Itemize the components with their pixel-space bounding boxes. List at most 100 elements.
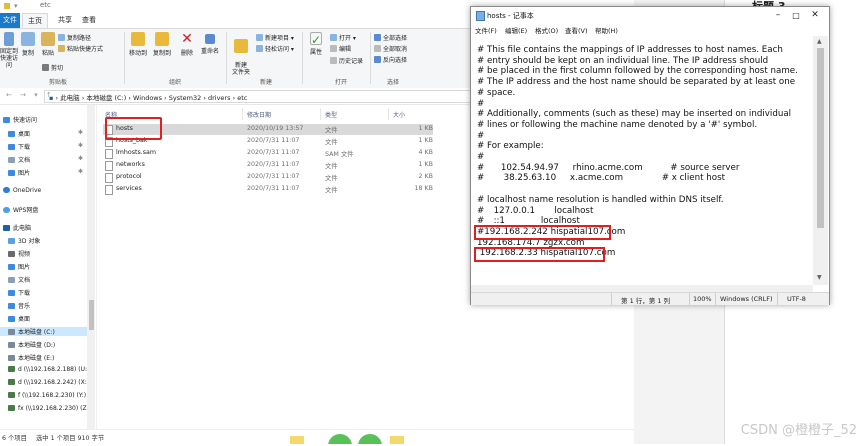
open-button[interactable]: 打开 ▾: [330, 33, 356, 42]
text-line: # For example:: [477, 141, 544, 152]
breadcrumb-c-drive[interactable]: 本地磁盘 (C:): [86, 94, 126, 102]
text-line: #: [477, 98, 485, 109]
copy-button[interactable]: 复制: [20, 32, 36, 57]
nav-scrollbar-thumb[interactable]: [89, 300, 94, 330]
column-size[interactable]: 大小: [393, 110, 405, 119]
minimize-icon[interactable]: –: [771, 10, 785, 20]
paste-button[interactable]: 粘贴: [40, 32, 56, 57]
quick-access-toolbar-icon[interactable]: ▾: [14, 2, 18, 10]
status-divider: [777, 293, 778, 305]
nav-documents[interactable]: 文档: [8, 155, 30, 164]
nav-drive-e[interactable]: 本地磁盘 (E:): [8, 353, 54, 362]
menu-format[interactable]: 格式(O): [535, 25, 558, 35]
nav-pictures[interactable]: 图片: [8, 168, 30, 177]
nav-this-pc[interactable]: 此电脑: [3, 223, 31, 232]
tab-file[interactable]: 文件: [0, 13, 20, 28]
new-folder-button[interactable]: 新建 文件夹: [230, 32, 252, 76]
tab-view[interactable]: 查看: [82, 15, 96, 25]
maximize-icon[interactable]: □: [789, 11, 803, 20]
nav-drive-c[interactable]: 本地磁盘 (C:): [0, 327, 89, 336]
nav-wps-drive[interactable]: WPS网盘: [3, 205, 38, 214]
delete-button[interactable]: ✕ 删除: [178, 32, 196, 57]
nav-network-u[interactable]: d (\\192.168.2.188) (U:: [8, 366, 87, 373]
watermark: CSDN @橙橙子_52: [740, 423, 857, 438]
nav-onedrive[interactable]: OneDrive: [3, 187, 41, 194]
rename-icon: [205, 34, 215, 44]
breadcrumb-etc[interactable]: etc: [237, 94, 247, 102]
paste-shortcut-button[interactable]: 粘贴快捷方式: [58, 44, 103, 53]
text-line: # This file contains the mappings of IP …: [477, 45, 783, 55]
table-row[interactable]: networks 2020/7/31 11:07 文件 1 KB: [103, 160, 433, 171]
nav-drive-d[interactable]: 本地磁盘 (D:): [8, 340, 55, 349]
status-divider: [689, 293, 690, 305]
table-row[interactable]: protocol 2020/7/31 11:07 文件 2 KB: [103, 172, 433, 183]
nav-scrollbar[interactable]: [87, 105, 95, 429]
select-none-button[interactable]: 全部取消: [374, 44, 407, 53]
menu-edit[interactable]: 编辑(E): [505, 25, 527, 35]
table-row[interactable]: services 2020/7/31 11:07 文件 18 KB: [103, 184, 433, 195]
column-divider[interactable]: [242, 108, 243, 120]
new-item-button[interactable]: 新建项目 ▾: [256, 33, 294, 42]
nav-quick-access[interactable]: 快速访问: [3, 115, 37, 124]
menu-view[interactable]: 查看(V): [565, 25, 588, 35]
nav-downloads[interactable]: 下载: [8, 142, 30, 151]
notepad-horizontal-scrollbar[interactable]: [471, 285, 813, 292]
tab-home[interactable]: 主页: [22, 13, 48, 28]
select-all-button[interactable]: 全部选择: [374, 33, 407, 42]
nav-network-x[interactable]: d (\\192.168.2.242) (X:: [8, 379, 87, 386]
scroll-down-icon[interactable]: ▼: [817, 274, 822, 281]
nav-network-z[interactable]: fx (\\192.168.2.230) (Z:: [8, 405, 89, 412]
breadcrumb-drivers[interactable]: drivers: [208, 94, 231, 102]
nav-pictures-pc[interactable]: 图片: [8, 262, 30, 271]
network-drive-icon: [8, 405, 15, 411]
nav-desktop-pc[interactable]: 桌面: [8, 314, 30, 323]
pin-icon: [4, 32, 14, 46]
drive-icon: [8, 329, 15, 335]
edit-button[interactable]: 编辑: [330, 44, 351, 53]
selection-info: 选中 1 个项目 910 字节: [36, 435, 105, 442]
breadcrumb-this-pc[interactable]: 此电脑: [60, 94, 80, 102]
copy-to-icon: [155, 32, 169, 46]
copy-icon: [21, 32, 35, 46]
properties-button[interactable]: ✓ 属性: [306, 32, 326, 56]
rename-button[interactable]: 重命名: [200, 32, 220, 55]
nav-network-y[interactable]: f (\\192.168.2.230) (Y:): [8, 392, 86, 399]
nav-videos[interactable]: 视频: [8, 249, 30, 258]
cut-button[interactable]: 剪切: [42, 63, 63, 72]
menu-help[interactable]: 帮助(H): [595, 25, 618, 35]
column-type[interactable]: 类型: [325, 110, 337, 119]
close-icon[interactable]: ✕: [808, 10, 822, 20]
nav-desktop[interactable]: 桌面: [8, 129, 30, 138]
text-line: #: [477, 130, 485, 141]
scroll-up-icon[interactable]: ▲: [817, 38, 822, 45]
pin-quick-access-button[interactable]: 固定到快速访问: [0, 32, 18, 69]
copy-to-button[interactable]: 复制到: [152, 32, 172, 57]
table-row[interactable]: lmhosts.sam 2020/7/31 11:07 SAM 文件 4 KB: [103, 148, 433, 159]
notepad-vertical-scrollbar[interactable]: ▲ ▼: [813, 36, 828, 285]
move-to-button[interactable]: 移动到: [128, 32, 148, 57]
copy-path-button[interactable]: 复制路径: [58, 33, 91, 42]
nav-downloads-pc[interactable]: 下载: [8, 288, 30, 297]
nav-3d-objects[interactable]: 3D 对象: [8, 236, 40, 245]
column-date[interactable]: 修改日期: [247, 110, 271, 119]
tab-share[interactable]: 共享: [58, 15, 72, 25]
pictures-icon: [8, 264, 15, 270]
text-line: # localhost name resolution is handled w…: [477, 194, 724, 205]
pin-icon: ✱: [78, 168, 84, 175]
desktop-icon: [8, 316, 15, 322]
invert-selection-button[interactable]: 反向选择: [374, 55, 407, 64]
file-icon: [105, 173, 113, 183]
breadcrumb-windows[interactable]: Windows: [133, 94, 162, 102]
ribbon-divider: [370, 32, 371, 84]
menu-file[interactable]: 文件(F): [475, 25, 497, 35]
nav-music[interactable]: 音乐: [8, 301, 30, 310]
history-button[interactable]: 历史记录: [330, 56, 363, 65]
breadcrumb-system32[interactable]: System32: [169, 94, 202, 102]
nav-documents-pc[interactable]: 文档: [8, 275, 30, 284]
column-divider[interactable]: [388, 108, 389, 120]
invert-selection-icon: [374, 56, 381, 63]
column-divider[interactable]: [320, 108, 321, 120]
easy-access-button[interactable]: 轻松访问 ▾: [256, 44, 294, 53]
scrollbar-thumb[interactable]: [817, 48, 824, 228]
notepad-status-bar: 第 1 行，第 1 列 100% Windows (CRLF) UTF-8: [471, 292, 829, 305]
